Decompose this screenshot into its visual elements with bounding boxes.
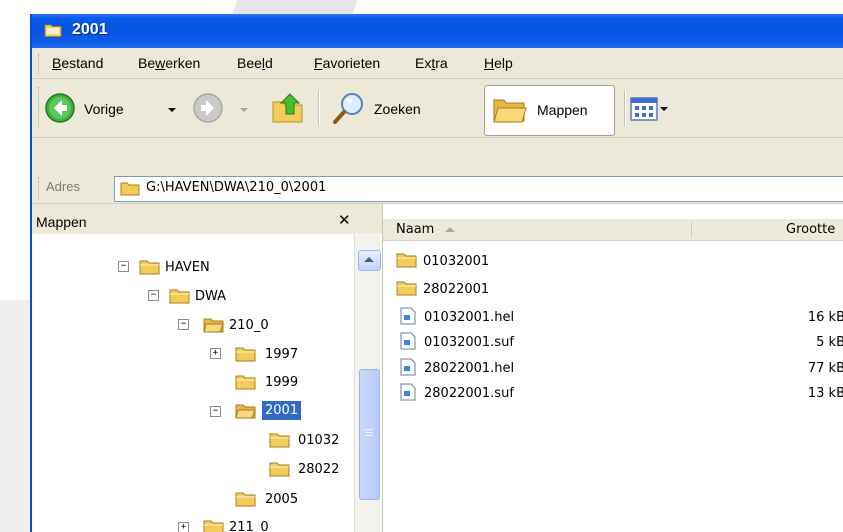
- forward-dropdown-icon[interactable]: [240, 108, 248, 112]
- file-icon: [400, 383, 416, 401]
- forward-arrow-icon[interactable]: [192, 92, 224, 124]
- folder-icon: [269, 462, 290, 477]
- folder-icon: [120, 182, 140, 196]
- file-row-size: 5 kB: [816, 335, 843, 350]
- column-divider[interactable]: [691, 221, 692, 238]
- file-icon: [400, 358, 416, 376]
- folder-icon: [396, 281, 417, 296]
- address-value[interactable]: G:\HAVEN\DWA\210_0\2001: [146, 180, 326, 195]
- search-icon[interactable]: [332, 90, 368, 126]
- tree-item-2005[interactable]: 2005: [265, 492, 298, 507]
- folder-icon: [235, 347, 256, 362]
- column-header-name[interactable]: Naam: [396, 222, 434, 237]
- folder-icon: [396, 253, 417, 268]
- column-header-size[interactable]: Grootte: [786, 222, 835, 237]
- tree-expander[interactable]: −: [178, 319, 189, 330]
- file-row-size: 77 kB: [807, 361, 843, 376]
- up-folder-icon[interactable]: [270, 90, 306, 126]
- folder-icon: [235, 492, 256, 507]
- folder-open-icon: [203, 318, 224, 333]
- search-button-label[interactable]: Zoeken: [374, 101, 421, 117]
- folder-pane: [32, 204, 383, 532]
- file-row-name[interactable]: 28022001: [423, 282, 489, 297]
- folder-icon: [269, 433, 290, 448]
- folders-icon: [493, 99, 527, 123]
- toolbar: [32, 79, 843, 138]
- tree-expander[interactable]: −: [210, 406, 221, 417]
- tree-item-2001-selected[interactable]: 2001: [262, 401, 302, 420]
- title-bar[interactable]: [32, 14, 843, 48]
- window-title: 2001: [72, 21, 108, 38]
- tree-item-dwa[interactable]: DWA: [195, 289, 226, 304]
- file-row-size: 13 kB: [807, 386, 843, 401]
- sort-ascending-icon: [445, 227, 455, 232]
- folder-icon: [169, 289, 190, 304]
- background-shape: [0, 300, 30, 532]
- tree-item-1999[interactable]: 1999: [265, 375, 298, 390]
- folders-button-label: Mappen: [537, 102, 588, 118]
- toolbar-grip[interactable]: [38, 87, 41, 127]
- back-button-label[interactable]: Vorige: [84, 101, 124, 117]
- background-shape: [232, 0, 358, 14]
- menu-beeld[interactable]: Beeld: [237, 55, 273, 71]
- back-arrow-icon[interactable]: [44, 92, 76, 124]
- folder-pane-title: Mappen: [36, 214, 87, 230]
- explorer-window: 2001 Bestand Bewerken Beeld Favorieten E…: [30, 14, 843, 532]
- menu-bewerken[interactable]: Bewerken: [138, 55, 200, 71]
- file-icon: [400, 307, 416, 325]
- file-row-size: 16 kB: [807, 310, 843, 325]
- file-row-name[interactable]: 01032001: [423, 254, 489, 269]
- tree-expander[interactable]: +: [210, 348, 221, 359]
- folder-icon: [139, 260, 160, 275]
- tree-item-211-0[interactable]: 211_0: [229, 520, 269, 532]
- file-icon: [400, 332, 416, 350]
- menu-extra[interactable]: Extra: [415, 55, 448, 71]
- tree-item-1997[interactable]: 1997: [265, 347, 298, 362]
- tree-item-28022[interactable]: 28022: [298, 462, 339, 477]
- tree-item-haven[interactable]: HAVEN: [165, 260, 210, 275]
- back-dropdown-icon[interactable]: [168, 108, 176, 112]
- folder-icon: [44, 24, 62, 37]
- file-row-name[interactable]: 01032001.hel: [424, 310, 514, 325]
- scroll-grip-lines: [365, 429, 373, 430]
- toolbar-separator: [624, 90, 626, 126]
- menu-favorieten[interactable]: Favorieten: [314, 55, 380, 71]
- folder-icon: [235, 375, 256, 390]
- tree-expander[interactable]: +: [178, 522, 189, 532]
- views-dropdown-icon[interactable]: [660, 107, 668, 111]
- scroll-thumb[interactable]: [359, 369, 380, 500]
- file-row-name[interactable]: 28022001.hel: [424, 361, 514, 376]
- tree-item-01032[interactable]: 01032: [298, 433, 339, 448]
- tree-item-210-0[interactable]: 210_0: [229, 318, 269, 333]
- file-row-name[interactable]: 28022001.suf: [424, 386, 514, 401]
- address-label: Adres: [46, 179, 80, 194]
- views-icon[interactable]: [630, 96, 658, 122]
- close-icon[interactable]: ✕: [338, 211, 351, 229]
- menu-grip[interactable]: [38, 54, 41, 74]
- folder-open-icon: [235, 404, 256, 419]
- address-grip[interactable]: [38, 177, 41, 199]
- folder-icon: [203, 520, 224, 532]
- menu-bestand[interactable]: Bestand: [52, 55, 103, 71]
- tree-expander[interactable]: −: [148, 290, 159, 301]
- toolbar-separator: [318, 90, 320, 126]
- chevron-up-icon: [364, 257, 374, 262]
- tree-expander[interactable]: −: [118, 261, 129, 272]
- file-row-name[interactable]: 01032001.suf: [424, 335, 514, 350]
- menu-help[interactable]: Help: [484, 55, 513, 71]
